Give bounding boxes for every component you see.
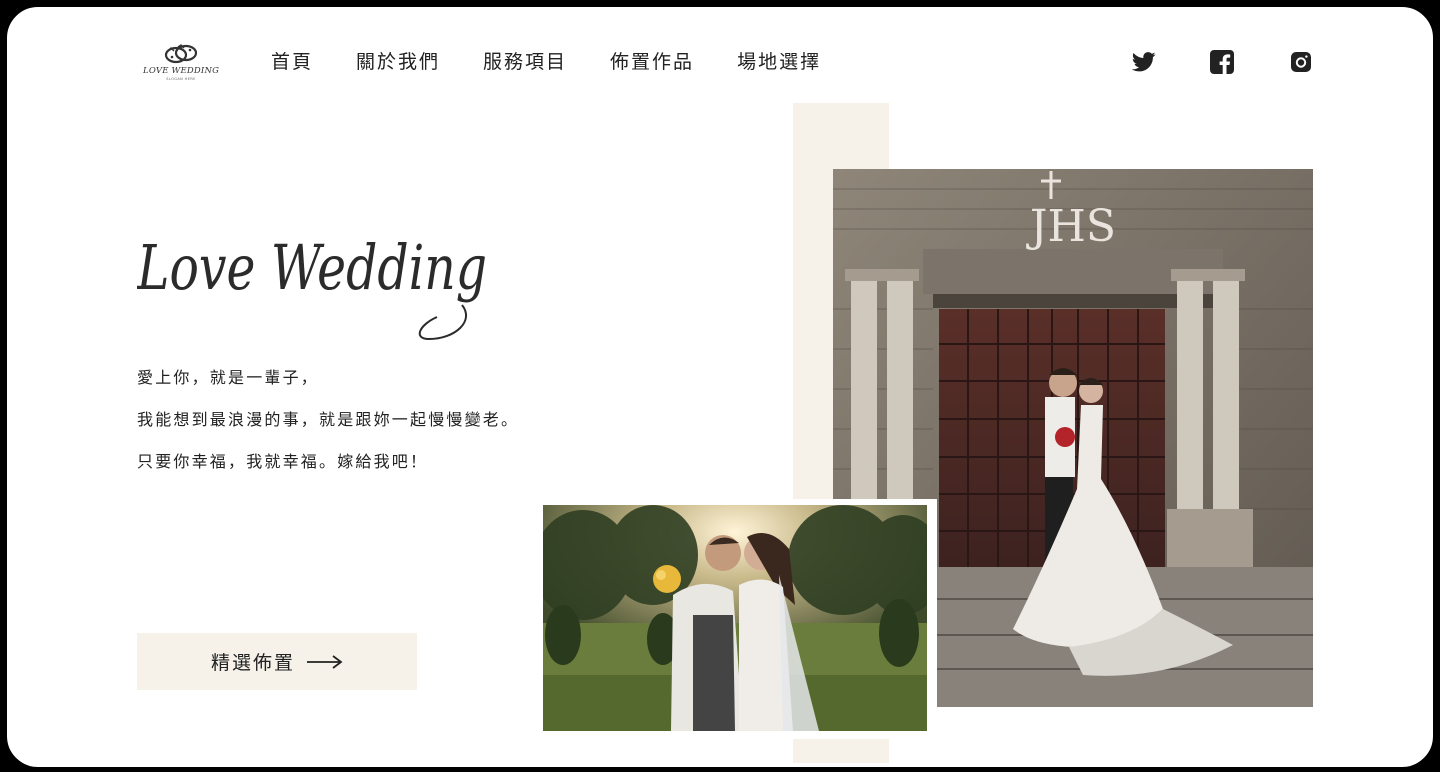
instagram-link[interactable] [1287,49,1315,75]
hero-line-1: 愛上你，就是一輩子， [137,368,320,387]
brand-logo[interactable]: LOVE WEDDING SLOGAN HERE [143,43,219,87]
main-nav: 首頁 關於我們 服務項目 佈置作品 場地選擇 [271,47,821,77]
browser-frame: LOVE WEDDING SLOGAN HERE 首頁 關於我們 服務項目 佈置… [4,4,1436,770]
nav-item-services[interactable]: 服務項目 [483,47,567,77]
instagram-icon [1291,52,1311,72]
double-rings-icon [164,44,198,64]
hero-description: 愛上你，就是一輩子， 我能想到最浪漫的事，就是跟妳一起慢慢變老。 只要你幸福，我… [137,357,519,483]
facebook-link[interactable] [1207,49,1237,75]
hero-title-text: Love Wedding [137,231,487,304]
featured-decor-button[interactable]: 精選佈置 [137,633,417,690]
hero-title: Love Wedding [136,217,507,351]
facebook-icon [1210,50,1234,74]
hero-line-3: 只要你幸福，我就幸福。嫁給我吧！ [137,452,429,471]
arrow-right-icon [307,654,343,669]
logo-slogan: SLOGAN HERE [166,77,196,81]
nav-item-home[interactable]: 首頁 [271,47,313,77]
nav-item-works[interactable]: 佈置作品 [610,47,694,77]
cta-label: 精選佈置 [210,652,295,674]
nav-item-about[interactable]: 關於我們 [356,47,440,77]
garden-wedding-photo [539,499,937,739]
hero-line-2: 我能想到最浪漫的事，就是跟妳一起慢慢變老。 [137,410,520,429]
nav-item-venues[interactable]: 場地選擇 [737,47,821,77]
twitter-link[interactable] [1129,49,1159,75]
twitter-icon [1132,52,1156,72]
church-inscription: JHS [1026,201,1116,252]
logo-text: LOVE WEDDING [143,66,220,76]
